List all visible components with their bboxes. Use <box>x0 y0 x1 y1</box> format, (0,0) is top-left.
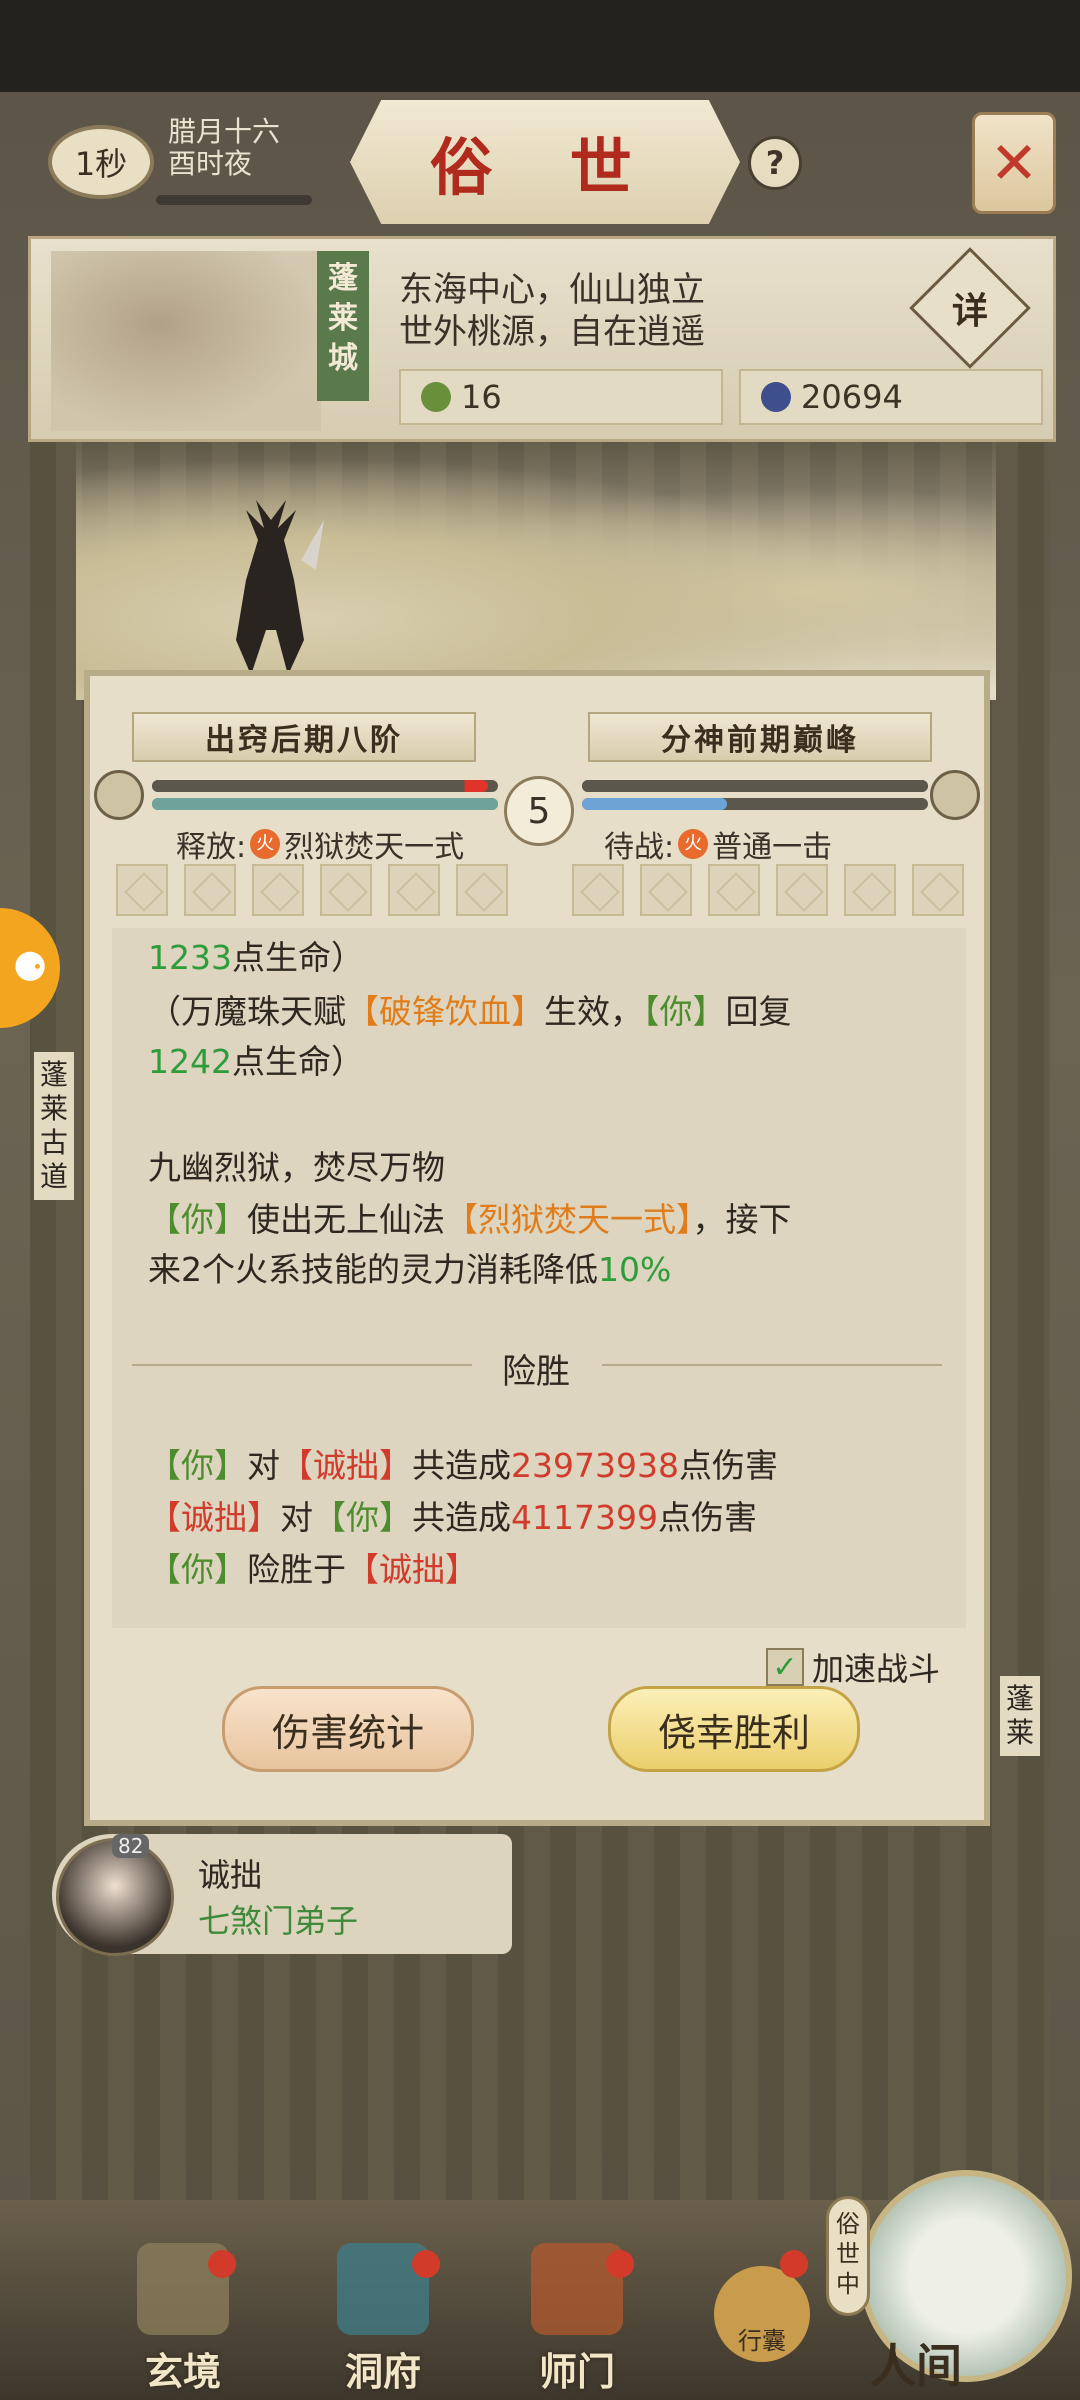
nav-label: 洞府 <box>344 2349 421 2394</box>
nav-label: 玄境 <box>144 2349 221 2394</box>
nav-label: 师门 <box>538 2349 615 2394</box>
enemy-rank: 分神前期巅峰 <box>588 712 932 762</box>
world-tag: 俗世中 <box>826 2196 870 2316</box>
speed-label: 加速战斗 <box>812 1650 941 1688</box>
player-skill-slot <box>320 864 372 916</box>
player-skill-prefix: 释放: <box>176 830 247 865</box>
resource-2-value: 20694 <box>801 378 903 416</box>
player-skill-slot <box>116 864 168 916</box>
enemy-skill-name: 普通一击 <box>712 830 833 865</box>
damage-stats-button[interactable]: 伤害统计 <box>222 1686 474 1772</box>
demon-character <box>236 500 324 675</box>
log-line: 【你】使出无上仙法【烈狱焚天一式】，接下 <box>148 1200 792 1239</box>
speed-toggle[interactable]: ✓ 加速战斗 <box>766 1644 940 1690</box>
fire-element-icon: 火 <box>250 829 281 859</box>
player-hp-bar <box>152 780 498 792</box>
round-counter: 5 <box>504 776 574 846</box>
date-line-2: 酉时夜 <box>168 147 253 180</box>
page-title: 俗 世 <box>350 100 740 224</box>
player-avatar-icon <box>94 770 144 820</box>
enemy-skill-slot <box>776 864 828 916</box>
log-line: 1242点生命） <box>148 1042 364 1081</box>
fire-element-icon: 火 <box>678 829 709 859</box>
game-date: 腊月十六 酉时夜 <box>168 116 280 180</box>
enemy-skill-slot <box>708 864 760 916</box>
resource-1-value: 16 <box>461 378 502 416</box>
time-progress-bar <box>156 195 312 205</box>
battle-log[interactable]: 1233点生命） （万魔珠天赋【破锋饮血】生效，【你】回复 1242点生命） 九… <box>112 928 966 1628</box>
resource-coin: 20694 <box>739 369 1043 425</box>
enemy-skill-slot <box>640 864 692 916</box>
opponent-level: 82 <box>112 1834 150 1858</box>
enemy-avatar-icon <box>930 770 980 820</box>
log-line: （万魔珠天赋【破锋饮血】生效，【你】回复 <box>148 992 792 1031</box>
notification-dot <box>412 2250 440 2278</box>
player-skill-slot <box>252 864 304 916</box>
road-label-left[interactable]: 蓬莱古道 <box>34 1052 74 1200</box>
coin-icon <box>761 382 791 412</box>
summary-line: 【你】对【诚拙】共造成23973938点伤害 <box>148 1446 778 1485</box>
help-button[interactable]: ? <box>748 136 802 190</box>
opponent-card[interactable]: 82 诚拙 七煞门弟子 <box>52 1834 512 1956</box>
enemy-skill-slot <box>572 864 624 916</box>
notification-dot <box>606 2250 634 2278</box>
player-skill-slot <box>456 864 508 916</box>
location-desc-line-2: 世外桃源，自在逍遥 <box>399 312 705 352</box>
leaf-icon <box>421 382 451 412</box>
enemy-skill-slot <box>844 864 896 916</box>
battle-scene <box>76 430 996 700</box>
enemy-skill: 待战: 火 普通一击 <box>604 822 832 866</box>
date-line-1: 腊月十六 <box>168 115 281 148</box>
road-label-right[interactable]: 蓬莱 <box>1000 1676 1040 1756</box>
player-skill: 释放: 火 烈狱焚天一式 <box>176 822 464 866</box>
status-bar <box>0 0 1080 92</box>
detail-label: 详 <box>951 289 989 332</box>
location-description: 东海中心，仙山独立 世外桃源，自在逍遥 <box>399 269 705 353</box>
battle-dialog: 出窍后期八阶 分神前期巅峰 5 释放: 火 烈狱焚天一式 待战: 火 普通一击 … <box>76 430 996 1830</box>
summary-line: 【你】险胜于【诚拙】 <box>148 1550 478 1589</box>
player-rank: 出窍后期八阶 <box>132 712 476 762</box>
log-line: 来2个火系技能的灵力消耗降低10% <box>148 1250 672 1289</box>
enemy-skill-prefix: 待战: <box>604 830 675 865</box>
checkbox-icon[interactable]: ✓ <box>766 1648 804 1686</box>
notification-dot <box>780 2250 808 2278</box>
location-desc-line-1: 东海中心，仙山独立 <box>399 270 705 310</box>
enemy-hp-bar <box>582 780 928 792</box>
summary-line: 【诚拙】对【你】共造成4117399点伤害 <box>148 1498 757 1537</box>
battle-verdict: 险胜 <box>502 1352 570 1392</box>
opponent-name: 诚拙 <box>198 1856 263 1894</box>
log-line: 九幽烈狱，焚尽万物 <box>148 1148 445 1187</box>
location-card: 蓬莱城 东海中心，仙山独立 世外桃源，自在逍遥 详 16 20694 <box>28 236 1056 442</box>
victory-button[interactable]: 侥幸胜利 <box>608 1686 860 1772</box>
divider <box>132 1364 472 1366</box>
player-skill-name: 烈狱焚天一式 <box>284 830 465 865</box>
detail-button[interactable]: 详 <box>909 247 1031 369</box>
player-skill-slot <box>388 864 440 916</box>
player-skill-slot <box>184 864 236 916</box>
log-line: 1233点生命） <box>148 938 364 977</box>
location-image <box>51 251 321 431</box>
opponent-sect: 七煞门弟子 <box>198 1902 359 1940</box>
close-button[interactable]: ✕ <box>972 112 1056 214</box>
bag-label: 行囊 <box>738 2327 786 2355</box>
enemy-mp-bar <box>582 798 928 810</box>
bag-button[interactable]: 行囊 <box>714 2266 810 2362</box>
world-label[interactable]: 人间 <box>870 2330 962 2396</box>
divider <box>602 1364 942 1366</box>
time-speed-badge[interactable]: 1秒 <box>48 125 154 199</box>
enemy-skill-slot <box>912 864 964 916</box>
location-name: 蓬莱城 <box>317 251 369 401</box>
resource-spirit-stone: 16 <box>399 369 723 425</box>
player-mp-bar <box>152 798 498 810</box>
notification-dot <box>208 2250 236 2278</box>
